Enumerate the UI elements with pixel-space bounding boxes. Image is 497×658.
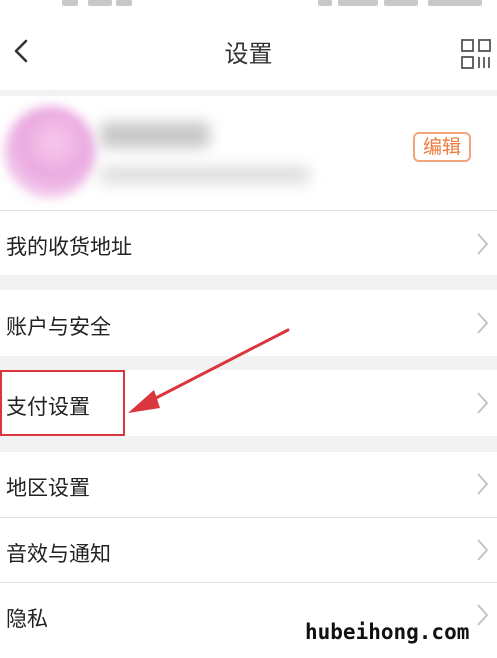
chevron-right-icon [477, 473, 488, 495]
qr-code-icon[interactable] [460, 38, 492, 70]
chevron-right-icon [477, 392, 488, 414]
chevron-right-icon [477, 539, 488, 561]
status-bar [0, 0, 497, 12]
page-title: 设置 [224, 40, 273, 68]
menu-item-label: 隐私 [6, 607, 48, 631]
edit-button[interactable]: 编辑 [413, 132, 471, 162]
annotation-highlight-box [0, 370, 125, 436]
nav-header: 设置 [0, 12, 497, 90]
watermark: hubeihong.com [305, 620, 470, 644]
chevron-right-icon [477, 233, 488, 255]
menu-item-sound-notifications[interactable]: 音效与通知 [0, 518, 497, 582]
chevron-right-icon [477, 604, 488, 626]
menu-item-shipping-address[interactable]: 我的收货地址 [0, 211, 497, 275]
menu-item-region-settings[interactable]: 地区设置 [0, 452, 497, 517]
chevron-right-icon [477, 312, 488, 334]
menu-item-account-security[interactable]: 账户与安全 [0, 290, 497, 356]
menu-item-label: 账户与安全 [6, 315, 111, 339]
username-blurred [100, 122, 210, 148]
menu-item-label: 我的收货地址 [6, 235, 132, 259]
avatar[interactable] [4, 106, 96, 198]
profile-card[interactable]: 编辑 [0, 96, 497, 210]
menu-item-label: 音效与通知 [6, 542, 111, 566]
menu-item-label: 地区设置 [6, 476, 90, 500]
profile-subtitle-blurred [100, 166, 310, 184]
